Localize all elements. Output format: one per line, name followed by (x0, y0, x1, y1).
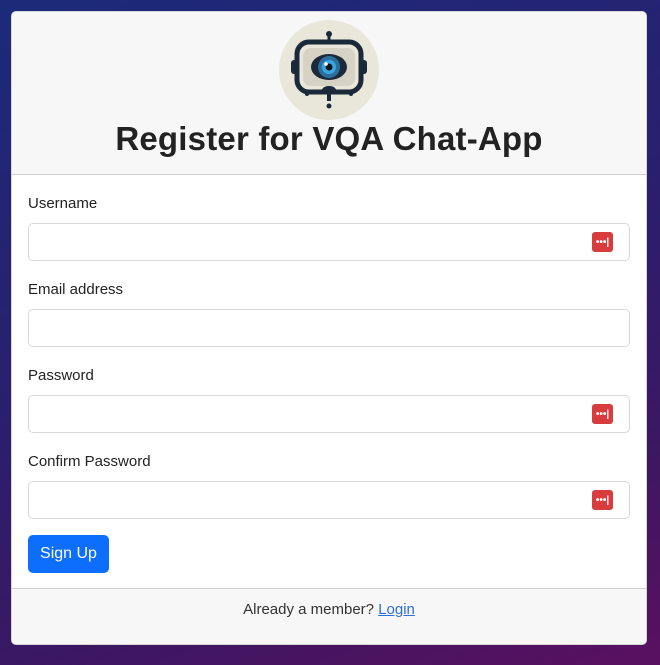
register-card: Register for VQA Chat-App Username •••| … (11, 11, 647, 645)
confirm-password-label: Confirm Password (28, 453, 151, 470)
email-label: Email address (28, 281, 124, 298)
eye-camera-logo-icon (279, 20, 379, 120)
password-manager-icon[interactable]: •••| (592, 404, 613, 424)
confirm-password-input[interactable]: •••| (28, 481, 630, 519)
username-label: Username (28, 195, 98, 212)
sign-up-button[interactable]: Sign Up (28, 535, 109, 573)
password-input[interactable]: •••| (28, 395, 630, 433)
card-footer: Already a member? Login (12, 588, 646, 644)
page-title: Register for VQA Chat-App (115, 120, 543, 157)
password-manager-icon[interactable]: •••| (592, 232, 613, 252)
password-manager-icon[interactable]: •••| (592, 490, 613, 510)
email-input[interactable] (28, 309, 630, 347)
card-header: Register for VQA Chat-App (12, 12, 646, 175)
username-input[interactable]: •••| (28, 223, 630, 261)
register-form: Username •••| Email address Password •••… (12, 175, 646, 590)
member-prompt: Already a member? (243, 601, 375, 618)
password-label: Password (28, 367, 94, 384)
login-link[interactable]: Login (378, 601, 415, 618)
